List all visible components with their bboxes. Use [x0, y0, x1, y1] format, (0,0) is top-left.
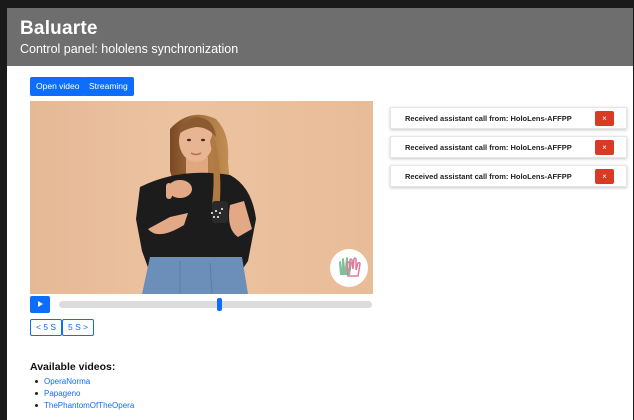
seek-bar-thumb[interactable] [216, 298, 222, 311]
sign-language-logo-icon [330, 249, 368, 287]
list-item: OperaNorma [30, 376, 134, 388]
list-item: Papageno [30, 388, 134, 400]
notification-text: Received assistant call from: HoloLens-A… [405, 172, 572, 181]
notification-card: Received assistant call from: HoloLens-A… [390, 107, 627, 129]
skip-back-button[interactable]: < 5 S [30, 319, 63, 336]
video-link[interactable]: Papageno [44, 389, 80, 398]
notification-card: Received assistant call from: HoloLens-A… [390, 136, 627, 158]
list-item: ThePhantomOfTheOpera [30, 400, 134, 412]
notification-text: Received assistant call from: HoloLens-A… [405, 114, 572, 123]
seek-bar[interactable] [59, 298, 372, 311]
video-list: OperaNorma Papageno ThePhantomOfTheOpera [30, 376, 134, 412]
page-subtitle: Control panel: hololens synchronization [20, 42, 239, 56]
skip-forward-button[interactable]: 5 S > [62, 319, 95, 336]
notification-close-button[interactable]: × [595, 140, 614, 155]
notification-text: Received assistant call from: HoloLens-A… [405, 143, 572, 152]
available-videos-heading: Available videos: [30, 361, 116, 373]
video-player[interactable] [30, 101, 373, 294]
video-link[interactable]: ThePhantomOfTheOpera [44, 401, 134, 410]
streaming-button[interactable]: Streaming [83, 77, 134, 96]
notification-close-button[interactable]: × [595, 169, 614, 184]
app-window: Baluarte Control panel: hololens synchro… [7, 8, 633, 420]
play-button[interactable] [30, 296, 50, 313]
app-header: Baluarte Control panel: hololens synchro… [7, 8, 633, 66]
notification-card: Received assistant call from: HoloLens-A… [390, 165, 627, 187]
notification-close-button[interactable]: × [595, 111, 614, 126]
video-link[interactable]: OperaNorma [44, 377, 90, 386]
video-frame-image [136, 114, 256, 294]
open-video-button[interactable]: Open video [30, 77, 86, 96]
app-title: Baluarte [20, 18, 98, 39]
